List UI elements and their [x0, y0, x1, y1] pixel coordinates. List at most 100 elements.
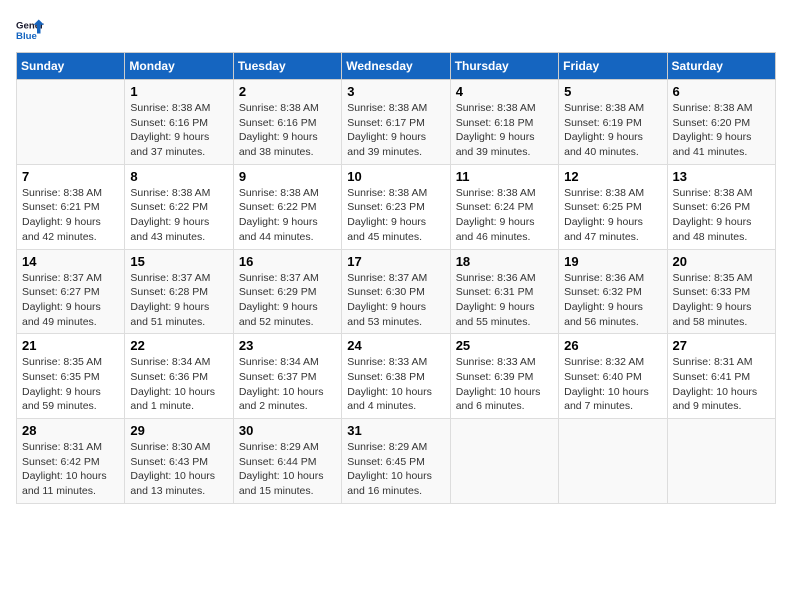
day-number: 24 — [347, 338, 444, 353]
day-number: 5 — [564, 84, 661, 99]
day-cell — [667, 419, 775, 504]
day-number: 17 — [347, 254, 444, 269]
day-number: 6 — [673, 84, 770, 99]
page-header: General Blue — [16, 16, 776, 44]
day-number: 30 — [239, 423, 336, 438]
day-info: Sunrise: 8:32 AM Sunset: 6:40 PM Dayligh… — [564, 355, 661, 414]
day-cell: 23Sunrise: 8:34 AM Sunset: 6:37 PM Dayli… — [233, 334, 341, 419]
week-row-4: 21Sunrise: 8:35 AM Sunset: 6:35 PM Dayli… — [17, 334, 776, 419]
day-info: Sunrise: 8:33 AM Sunset: 6:39 PM Dayligh… — [456, 355, 553, 414]
day-info: Sunrise: 8:35 AM Sunset: 6:35 PM Dayligh… — [22, 355, 119, 414]
day-number: 3 — [347, 84, 444, 99]
day-info: Sunrise: 8:29 AM Sunset: 6:44 PM Dayligh… — [239, 440, 336, 499]
day-number: 15 — [130, 254, 227, 269]
day-cell: 10 Sunrise: 8:38 AM Sunset: 6:23 PM Dayli… — [342, 164, 450, 249]
day-cell: 2 Sunrise: 8:38 AM Sunset: 6:16 PM Daylig… — [233, 80, 341, 165]
day-info: Sunrise: 8:34 AM Sunset: 6:36 PM Dayligh… — [130, 355, 227, 414]
day-cell: 7 Sunrise: 8:38 AM Sunset: 6:21 PM Daylig… — [17, 164, 125, 249]
day-number: 4 — [456, 84, 553, 99]
day-cell: 20 Sunrise: 8:35 AM Sunset: 6:33 PM Dayli… — [667, 249, 775, 334]
day-cell: 13 Sunrise: 8:38 AM Sunset: 6:26 PM Dayli… — [667, 164, 775, 249]
day-number: 18 — [456, 254, 553, 269]
day-cell: 9 Sunrise: 8:38 AM Sunset: 6:22 PM Daylig… — [233, 164, 341, 249]
day-number: 10 — [347, 169, 444, 184]
col-header-saturday: Saturday — [667, 53, 775, 80]
week-row-2: 7 Sunrise: 8:38 AM Sunset: 6:21 PM Daylig… — [17, 164, 776, 249]
day-cell: 29 Sunrise: 8:30 AM Sunset: 6:43 PM Dayli… — [125, 419, 233, 504]
day-number: 28 — [22, 423, 119, 438]
day-cell: 12Sunrise: 8:38 AM Sunset: 6:25 PM Dayli… — [559, 164, 667, 249]
day-cell — [17, 80, 125, 165]
day-number: 8 — [130, 169, 227, 184]
day-number: 31 — [347, 423, 444, 438]
day-number: 7 — [22, 169, 119, 184]
day-number: 14 — [22, 254, 119, 269]
day-info: Sunrise: 8:30 AM Sunset: 6:43 PM Dayligh… — [130, 440, 227, 499]
day-info: Sunrise: 8:38 AM Sunset: 6:16 PM Dayligh… — [239, 101, 336, 160]
day-info: Sunrise: 8:38 AM Sunset: 6:22 PM Dayligh… — [130, 186, 227, 245]
day-info: Sunrise: 8:31 AM Sunset: 6:41 PM Dayligh… — [673, 355, 770, 414]
day-info: Sunrise: 8:36 AM Sunset: 6:31 PM Dayligh… — [456, 271, 553, 330]
day-info: Sunrise: 8:38 AM Sunset: 6:24 PM Dayligh… — [456, 186, 553, 245]
week-row-1: 1 Sunrise: 8:38 AM Sunset: 6:16 PM Daylig… — [17, 80, 776, 165]
day-cell: 17 Sunrise: 8:37 AM Sunset: 6:30 PM Dayli… — [342, 249, 450, 334]
logo-icon: General Blue — [16, 16, 44, 44]
day-info: Sunrise: 8:38 AM Sunset: 6:23 PM Dayligh… — [347, 186, 444, 245]
day-info: Sunrise: 8:35 AM Sunset: 6:33 PM Dayligh… — [673, 271, 770, 330]
day-cell: 31 Sunrise: 8:29 AM Sunset: 6:45 PM Dayli… — [342, 419, 450, 504]
day-info: Sunrise: 8:31 AM Sunset: 6:42 PM Dayligh… — [22, 440, 119, 499]
col-header-monday: Monday — [125, 53, 233, 80]
day-info: Sunrise: 8:29 AM Sunset: 6:45 PM Dayligh… — [347, 440, 444, 499]
col-header-sunday: Sunday — [17, 53, 125, 80]
day-number: 2 — [239, 84, 336, 99]
day-cell: 1 Sunrise: 8:38 AM Sunset: 6:16 PM Daylig… — [125, 80, 233, 165]
day-info: Sunrise: 8:34 AM Sunset: 6:37 PM Dayligh… — [239, 355, 336, 414]
day-cell: 28 Sunrise: 8:31 AM Sunset: 6:42 PM Dayli… — [17, 419, 125, 504]
day-cell: 18 Sunrise: 8:36 AM Sunset: 6:31 PM Dayli… — [450, 249, 558, 334]
day-number: 9 — [239, 169, 336, 184]
day-info: Sunrise: 8:33 AM Sunset: 6:38 PM Dayligh… — [347, 355, 444, 414]
col-header-thursday: Thursday — [450, 53, 558, 80]
day-cell: 16 Sunrise: 8:37 AM Sunset: 6:29 PM Dayli… — [233, 249, 341, 334]
day-cell: 15 Sunrise: 8:37 AM Sunset: 6:28 PM Dayli… — [125, 249, 233, 334]
day-info: Sunrise: 8:38 AM Sunset: 6:21 PM Dayligh… — [22, 186, 119, 245]
day-cell: 8 Sunrise: 8:38 AM Sunset: 6:22 PM Daylig… — [125, 164, 233, 249]
day-number: 29 — [130, 423, 227, 438]
day-cell: 26 Sunrise: 8:32 AM Sunset: 6:40 PM Dayli… — [559, 334, 667, 419]
day-cell: 22 Sunrise: 8:34 AM Sunset: 6:36 PM Dayli… — [125, 334, 233, 419]
day-info: Sunrise: 8:38 AM Sunset: 6:20 PM Dayligh… — [673, 101, 770, 160]
day-number: 27 — [673, 338, 770, 353]
day-number: 22 — [130, 338, 227, 353]
week-row-3: 14 Sunrise: 8:37 AM Sunset: 6:27 PM Dayli… — [17, 249, 776, 334]
day-cell: 3 Sunrise: 8:38 AM Sunset: 6:17 PM Daylig… — [342, 80, 450, 165]
day-info: Sunrise: 8:37 AM Sunset: 6:29 PM Dayligh… — [239, 271, 336, 330]
day-cell: 6 Sunrise: 8:38 AM Sunset: 6:20 PM Daylig… — [667, 80, 775, 165]
day-info: Sunrise: 8:38 AM Sunset: 6:17 PM Dayligh… — [347, 101, 444, 160]
day-cell: 5Sunrise: 8:38 AM Sunset: 6:19 PM Daylig… — [559, 80, 667, 165]
day-number: 11 — [456, 169, 553, 184]
day-cell: 11 Sunrise: 8:38 AM Sunset: 6:24 PM Dayli… — [450, 164, 558, 249]
day-info: Sunrise: 8:36 AM Sunset: 6:32 PM Dayligh… — [564, 271, 661, 330]
day-cell: 24 Sunrise: 8:33 AM Sunset: 6:38 PM Dayli… — [342, 334, 450, 419]
day-info: Sunrise: 8:37 AM Sunset: 6:30 PM Dayligh… — [347, 271, 444, 330]
day-cell: 30 Sunrise: 8:29 AM Sunset: 6:44 PM Dayli… — [233, 419, 341, 504]
col-header-friday: Friday — [559, 53, 667, 80]
day-number: 1 — [130, 84, 227, 99]
day-info: Sunrise: 8:37 AM Sunset: 6:28 PM Dayligh… — [130, 271, 227, 330]
day-number: 20 — [673, 254, 770, 269]
col-header-tuesday: Tuesday — [233, 53, 341, 80]
day-number: 16 — [239, 254, 336, 269]
day-info: Sunrise: 8:38 AM Sunset: 6:26 PM Dayligh… — [673, 186, 770, 245]
col-header-wednesday: Wednesday — [342, 53, 450, 80]
day-number: 12 — [564, 169, 661, 184]
day-info: Sunrise: 8:37 AM Sunset: 6:27 PM Dayligh… — [22, 271, 119, 330]
day-number: 26 — [564, 338, 661, 353]
day-info: Sunrise: 8:38 AM Sunset: 6:18 PM Dayligh… — [456, 101, 553, 160]
day-info: Sunrise: 8:38 AM Sunset: 6:16 PM Dayligh… — [130, 101, 227, 160]
day-number: 13 — [673, 169, 770, 184]
logo: General Blue — [16, 16, 44, 44]
day-cell: 25Sunrise: 8:33 AM Sunset: 6:39 PM Dayli… — [450, 334, 558, 419]
day-cell: 19Sunrise: 8:36 AM Sunset: 6:32 PM Dayli… — [559, 249, 667, 334]
day-info: Sunrise: 8:38 AM Sunset: 6:22 PM Dayligh… — [239, 186, 336, 245]
day-cell: 21Sunrise: 8:35 AM Sunset: 6:35 PM Dayli… — [17, 334, 125, 419]
